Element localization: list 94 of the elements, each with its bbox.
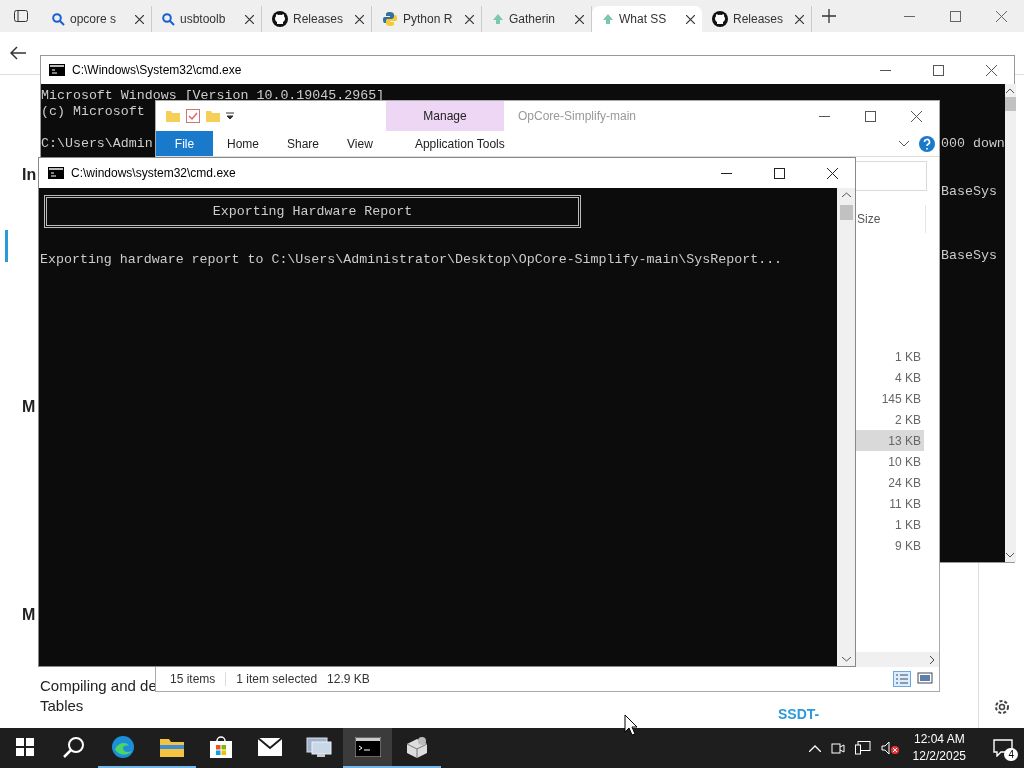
console-text: C:\Users\Admin [41,136,153,151]
nav-link[interactable]: Tables [40,696,84,716]
chevron-up-icon[interactable] [808,744,821,752]
status-text: 15 items [170,672,216,686]
section-heading: M [22,605,36,625]
console-text: Exporting hardware report to C:\Users\Administrator\Desktop\OpCore-Simplify-main\SysReport... [40,252,784,268]
close-icon[interactable] [826,167,838,179]
active-indicator [5,230,8,262]
browser-tab[interactable]: Releases [262,6,372,32]
console-banner: Exporting Hardware Report [44,195,581,228]
shopping-bag-icon[interactable] [209,736,232,758]
ribbon-tab[interactable]: Home [213,131,273,156]
browser-tab[interactable]: Releases [702,6,812,32]
notification-count: 4 [1004,748,1018,761]
console-text: BaseSys [941,184,997,199]
file-size[interactable]: 2 KB [854,409,924,430]
back-arrow-icon[interactable] [10,46,26,60]
notification-icon[interactable] [993,739,1013,757]
snakes-logo-icon [382,11,398,27]
close-icon[interactable] [465,14,474,24]
chevron-icon[interactable] [899,140,909,147]
scrollbar[interactable] [1004,84,1016,562]
file-size[interactable]: 4 KB [854,367,924,388]
close-icon[interactable] [355,14,364,24]
clock-date[interactable]: 12/2/2025 [912,748,966,765]
ribbon-tab[interactable]: Application Tools [400,131,519,156]
clock-time[interactable]: 12:04 AM [913,731,965,748]
cat-logo-icon [712,11,728,27]
console-icon[interactable] [354,737,381,757]
close-icon[interactable] [686,14,695,24]
dropdown-icon[interactable] [226,112,234,120]
close-icon[interactable] [795,14,804,24]
browser-tab[interactable]: usbtoolb [152,6,262,32]
scroll-thumb[interactable] [839,205,853,220]
folder-icon[interactable] [159,737,184,757]
muted-speaker-icon[interactable] [880,741,899,755]
search-icon [162,12,175,26]
cat-logo-icon [272,11,288,27]
console-text: (c) Microsoft [41,104,145,119]
status-text: 1 item selected [236,672,318,686]
console-icon [48,167,64,179]
search-icon[interactable] [62,736,85,758]
file-size[interactable]: 11 KB [854,493,924,514]
ribbon-context-tab[interactable]: Manage [386,101,504,131]
window-title: C:\windows\system32\cmd.exe [71,166,237,180]
maximize-icon[interactable] [932,64,944,76]
file-size[interactable]: 1 KB [854,514,924,535]
help-icon[interactable] [919,135,935,152]
file-size[interactable]: 10 KB [854,451,924,472]
maximize-icon[interactable] [773,167,785,179]
file-size[interactable]: 9 KB [854,535,924,556]
camera-icon[interactable] [830,741,845,755]
ribbon-tab[interactable]: View [333,131,387,156]
taskbar-button[interactable] [343,728,392,768]
monitors-icon[interactable] [305,736,332,758]
console-text: Microsoft Windows [Version 10.0.19045.2965] [41,88,385,103]
envelope-icon[interactable] [257,738,282,756]
windows-logo-icon[interactable] [15,738,34,756]
box-icon[interactable] [404,736,429,758]
swirl-icon[interactable] [110,735,135,759]
arrow-icon [602,13,614,25]
file-size[interactable]: 13 KB [854,430,924,451]
browser-tab[interactable]: Python R [372,6,482,32]
arrow-icon [492,13,504,25]
console-icon [49,64,65,76]
search-icon [52,12,65,26]
scrollbar[interactable] [837,188,855,666]
window-title: OpCore-Simplify-main [517,108,638,125]
table-text: SSDT- [778,706,821,722]
close-icon[interactable] [245,14,254,24]
network-icon[interactable] [854,741,871,755]
thumbnail-view-icon[interactable] [917,671,933,685]
new-tab-icon[interactable] [822,9,836,23]
file-size[interactable]: 1 KB [854,346,924,367]
close-icon[interactable] [575,14,584,24]
scroll-thumb[interactable] [1004,97,1016,111]
maximize-icon[interactable] [864,110,876,122]
file-size[interactable]: 24 KB [854,472,924,493]
console-text: 000 down [941,136,1005,151]
tab-actions-icon[interactable] [14,10,28,22]
close-icon[interactable] [135,14,144,24]
section-heading: In [22,165,37,185]
close-icon[interactable] [985,64,997,76]
browser-tab[interactable]: What SS [592,6,702,32]
section-heading: M [22,397,36,417]
close-icon[interactable] [910,110,922,122]
file-size[interactable]: 145 KB [854,388,924,409]
settings-icon[interactable] [992,698,1011,716]
ribbon-tab[interactable]: Share [273,131,334,156]
checklist-icon[interactable] [186,109,200,123]
window-title: C:\Windows\System32\cmd.exe [72,63,243,77]
console-text: BaseSys [941,248,997,263]
browser-tab[interactable]: opcore s [42,6,152,32]
status-text: 12.9 KB [327,672,370,686]
